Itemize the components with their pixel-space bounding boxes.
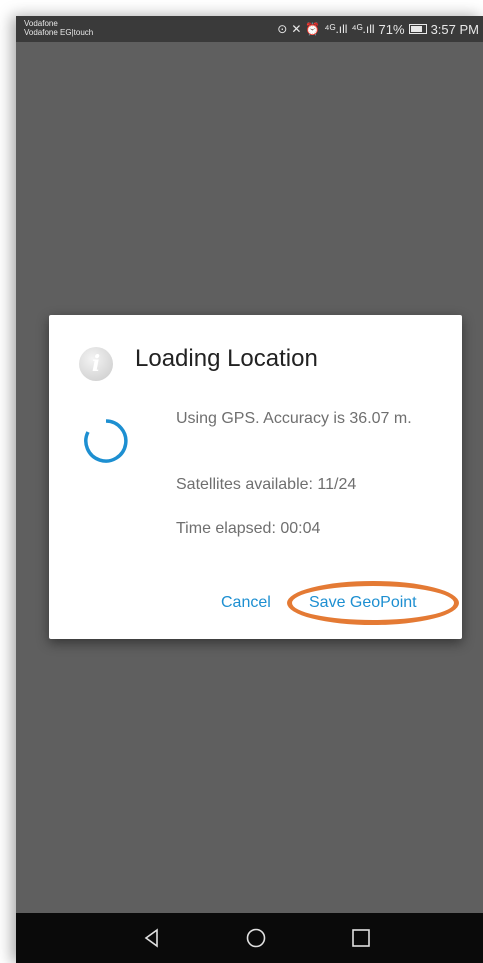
battery-percent: 71% bbox=[378, 21, 405, 37]
mute-icon: ✕ bbox=[291, 22, 302, 36]
status-messages: Using GPS. Accuracy is 36.07 m. Satellit… bbox=[176, 409, 446, 537]
back-triangle-icon[interactable] bbox=[140, 926, 164, 950]
alarm-icon: ⏰ bbox=[305, 22, 321, 36]
status-icons: ⊙ ✕ ⏰ ⁴ᴳ.ıll ⁴ᴳ.ıll 71% 3:57 PM bbox=[277, 21, 479, 37]
phone-screen: Vodafone Vodafone EG|touch ⊙ ✕ ⏰ ⁴ᴳ.ıll … bbox=[16, 16, 483, 963]
progress-spinner-icon bbox=[84, 419, 128, 463]
carrier-info: Vodafone Vodafone EG|touch bbox=[24, 19, 93, 37]
save-geopoint-button[interactable]: Save GeoPoint bbox=[309, 594, 417, 612]
signal-icon-2: ⁴ᴳ.ıll bbox=[351, 22, 375, 36]
carrier-line2: Vodafone EG|touch bbox=[24, 28, 94, 37]
loading-location-dialog: i Loading Location Using GPS. Accuracy i… bbox=[49, 315, 462, 639]
satellites-text: Satellites available: 11/24 bbox=[176, 476, 357, 493]
time-elapsed-text: Time elapsed: 00:04 bbox=[176, 520, 321, 537]
home-circle-icon[interactable] bbox=[244, 926, 268, 950]
info-icon: i bbox=[79, 347, 113, 381]
dialog-title: Loading Location bbox=[135, 345, 318, 372]
recents-square-icon[interactable] bbox=[349, 926, 373, 950]
clock: 3:57 PM bbox=[430, 21, 479, 37]
carrier-line1: Vodafone bbox=[24, 19, 58, 28]
signal-icon-1: ⁴ᴳ.ıll bbox=[324, 22, 348, 36]
navigation-bar bbox=[16, 913, 483, 963]
accuracy-text: Using GPS. Accuracy is 36.07 m. bbox=[176, 410, 412, 427]
battery-icon bbox=[408, 24, 427, 34]
status-bar: Vodafone Vodafone EG|touch ⊙ ✕ ⏰ ⁴ᴳ.ıll … bbox=[16, 16, 483, 42]
location-icon: ⊙ bbox=[277, 22, 288, 36]
cancel-button[interactable]: Cancel bbox=[221, 594, 271, 612]
